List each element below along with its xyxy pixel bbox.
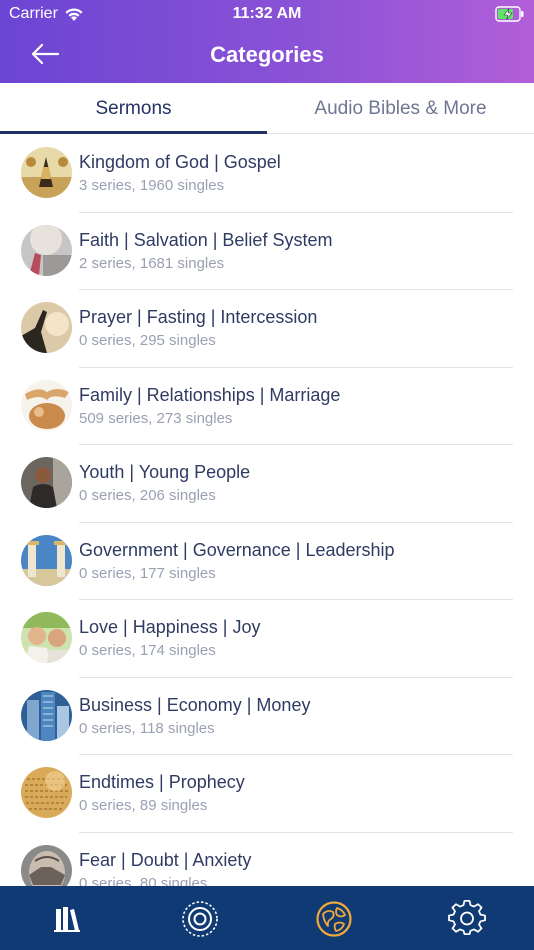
category-subtitle: 509 series, 273 singles bbox=[79, 409, 233, 427]
category-item[interactable]: Endtimes | Prophecy 0 series, 89 singles bbox=[0, 755, 534, 833]
category-title: Fear | Doubt | Anxiety bbox=[79, 849, 252, 870]
category-item[interactable]: Youth | Young People 0 series, 206 singl… bbox=[0, 445, 534, 523]
category-thumbnail bbox=[21, 147, 72, 198]
page-title: Categories bbox=[210, 42, 324, 67]
category-item[interactable]: Government | Governance | Leadership 0 s… bbox=[0, 523, 534, 600]
tab-sermons[interactable]: Sermons bbox=[0, 83, 267, 134]
category-title: Endtimes | Prophecy bbox=[79, 772, 245, 792]
category-subtitle: 3 series, 1960 singles bbox=[79, 177, 225, 194]
category-subtitle: 0 series, 118 singles bbox=[79, 719, 215, 737]
category-title: Family | Relationships | Marriage bbox=[79, 384, 341, 405]
category-title: Prayer | Fasting | Intercession bbox=[79, 307, 318, 327]
app-header: Carrier 11:32 AM Categories bbox=[0, 0, 534, 83]
category-item[interactable]: Faith | Salvation | Belief System 2 seri… bbox=[0, 213, 534, 290]
tab-audio-bibles[interactable]: Audio Bibles & More bbox=[267, 83, 534, 134]
segment-tabs: Sermons Audio Bibles & More bbox=[0, 83, 534, 134]
settings-icon[interactable] bbox=[448, 900, 486, 938]
category-title: Government | Governance | Leadership bbox=[79, 539, 395, 560]
category-thumbnail bbox=[21, 457, 72, 508]
active-tab-indicator bbox=[0, 131, 267, 134]
category-title: Kingdom of God | Gospel bbox=[79, 152, 281, 172]
category-subtitle: 0 series, 295 singles bbox=[79, 332, 216, 349]
category-thumbnail bbox=[21, 379, 72, 431]
category-subtitle: 2 series, 1681 singles bbox=[79, 254, 225, 272]
category-subtitle: 0 series, 174 singles bbox=[79, 642, 216, 659]
category-subtitle: 0 series, 206 singles bbox=[79, 487, 216, 504]
category-item[interactable]: Kingdom of God | Gospel 3 series, 1960 s… bbox=[0, 135, 534, 213]
category-thumbnail bbox=[21, 689, 72, 741]
category-thumbnail bbox=[21, 767, 72, 818]
radio-icon[interactable] bbox=[181, 900, 219, 938]
category-item[interactable]: Prayer | Fasting | Intercession 0 series… bbox=[0, 290, 534, 368]
category-thumbnail bbox=[21, 844, 72, 886]
bottom-tab-bar bbox=[0, 886, 534, 950]
category-thumbnail bbox=[21, 224, 72, 276]
category-thumbnail bbox=[21, 534, 72, 586]
category-title: Business | Economy | Money bbox=[79, 694, 311, 715]
status-bar: Carrier 11:32 AM bbox=[0, 0, 534, 28]
category-item[interactable]: Fear | Doubt | Anxiety 0 series, 80 sing… bbox=[0, 833, 534, 887]
category-item[interactable]: Family | Relationships | Marriage 509 se… bbox=[0, 368, 534, 445]
category-thumbnail bbox=[21, 302, 72, 353]
status-time: 11:32 AM bbox=[232, 5, 302, 22]
category-title: Youth | Young People bbox=[79, 462, 251, 482]
category-list[interactable]: Kingdom of God | Gospel 3 series, 1960 s… bbox=[0, 135, 534, 886]
categories-icon[interactable] bbox=[315, 900, 353, 938]
category-subtitle: 0 series, 89 singles bbox=[79, 797, 208, 814]
category-subtitle: 0 series, 80 singles bbox=[79, 874, 208, 887]
category-title: Love | Happiness | Joy bbox=[79, 617, 261, 637]
category-title: Faith | Salvation | Belief System bbox=[79, 229, 333, 250]
battery-charging-icon bbox=[495, 6, 524, 22]
library-icon[interactable] bbox=[48, 900, 86, 938]
category-subtitle: 0 series, 177 singles bbox=[79, 564, 216, 582]
category-thumbnail bbox=[21, 612, 72, 663]
category-item[interactable]: Business | Economy | Money 0 series, 118… bbox=[0, 678, 534, 755]
category-item[interactable]: Love | Happiness | Joy 0 series, 174 sin… bbox=[0, 600, 534, 678]
